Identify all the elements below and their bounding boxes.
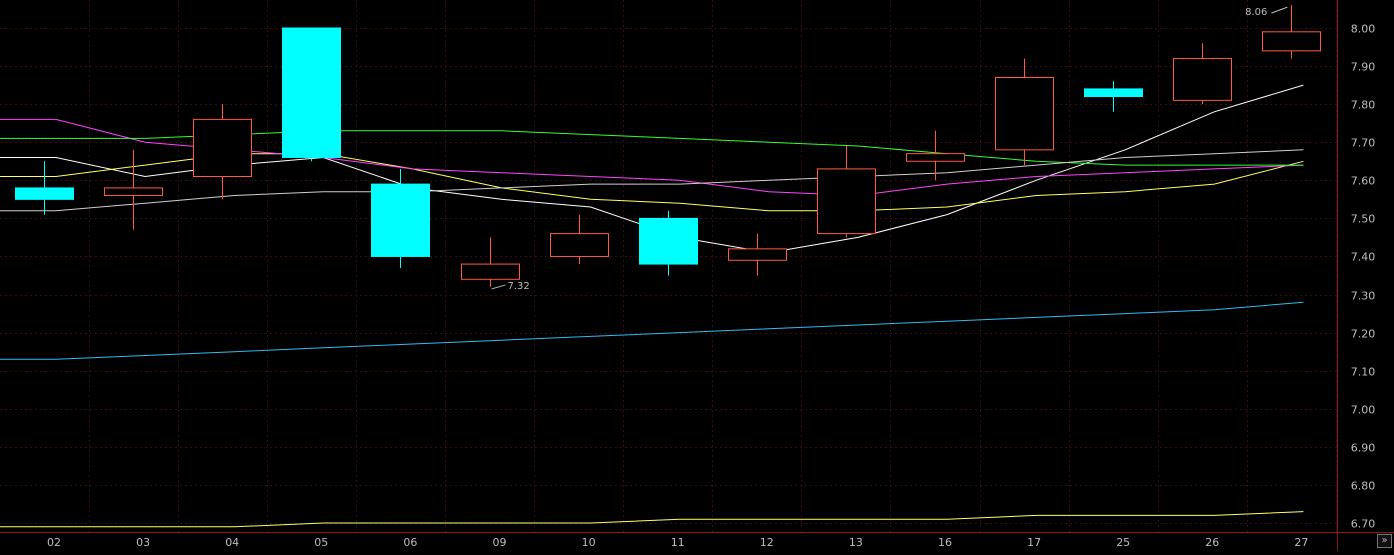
candle-body	[728, 248, 787, 261]
x-tick-label: 26	[1205, 536, 1219, 549]
candle-body	[995, 77, 1054, 151]
candle-body	[371, 183, 430, 257]
x-tick-label: 13	[849, 536, 863, 549]
x-tick-label: 16	[938, 536, 952, 549]
scroll-right-button[interactable]: »	[1377, 534, 1392, 548]
y-tick-label: 7.40	[1351, 251, 1376, 264]
candle-body	[906, 153, 965, 162]
x-tick-label: 27	[1294, 536, 1308, 549]
y-tick-label: 7.10	[1351, 366, 1376, 379]
low-price-annotation: 7.32	[508, 281, 530, 292]
candle-body	[461, 263, 520, 280]
y-tick-label: 7.80	[1351, 99, 1376, 112]
candle-body	[282, 27, 341, 158]
indicator-line	[0, 511, 1304, 528]
candle-body	[104, 187, 163, 197]
annotation-arrow	[1271, 6, 1288, 14]
y-tick-label: 7.20	[1351, 328, 1376, 341]
x-tick-label: 25	[1116, 536, 1130, 549]
x-tick-label: 12	[760, 536, 774, 549]
candle-body	[193, 118, 252, 177]
y-tick-label: 7.90	[1351, 61, 1376, 74]
x-tick-label: 05	[314, 536, 328, 549]
y-tick-label: 7.30	[1351, 290, 1376, 303]
x-tick-label: 09	[493, 536, 507, 549]
candlestick-chart-svg: 8.00 7.90 7.80 7.70 7.60 7.50 7.40 7.30 7.20 7.10…	[0, 0, 1394, 551]
high-price-annotation: 8.06	[1245, 7, 1267, 18]
x-tick-label: 06	[403, 536, 417, 549]
candle-body	[15, 187, 74, 200]
y-tick-label: 6.90	[1351, 442, 1376, 455]
y-tick-label: 6.80	[1351, 480, 1376, 493]
x-tick-label: 03	[136, 536, 150, 549]
y-tick-label: 7.70	[1351, 137, 1376, 150]
x-tick-label: 04	[225, 536, 239, 549]
candle-body	[550, 233, 609, 257]
y-tick-label: 7.60	[1351, 175, 1376, 188]
y-tick-label: 7.50	[1351, 213, 1376, 226]
x-tick-label: 02	[47, 536, 61, 549]
annotation-arrow	[491, 284, 506, 290]
y-tick-label: 6.70	[1351, 518, 1376, 531]
x-tick-label: 11	[671, 536, 685, 549]
candle-body	[817, 168, 876, 235]
candle-body	[1262, 31, 1321, 52]
x-tick-label: 10	[582, 536, 596, 549]
candle-body	[1173, 57, 1232, 101]
candle-body	[1084, 88, 1143, 98]
indicator-line	[0, 301, 1304, 360]
x-tick-label: 17	[1027, 536, 1041, 549]
price-chart[interactable]: 8.00 7.90 7.80 7.70 7.60 7.50 7.40 7.30 7.20 7.10…	[0, 0, 1394, 551]
y-tick-label: 8.00	[1351, 23, 1376, 36]
y-tick-label: 7.00	[1351, 404, 1376, 417]
candle-body	[639, 217, 698, 265]
